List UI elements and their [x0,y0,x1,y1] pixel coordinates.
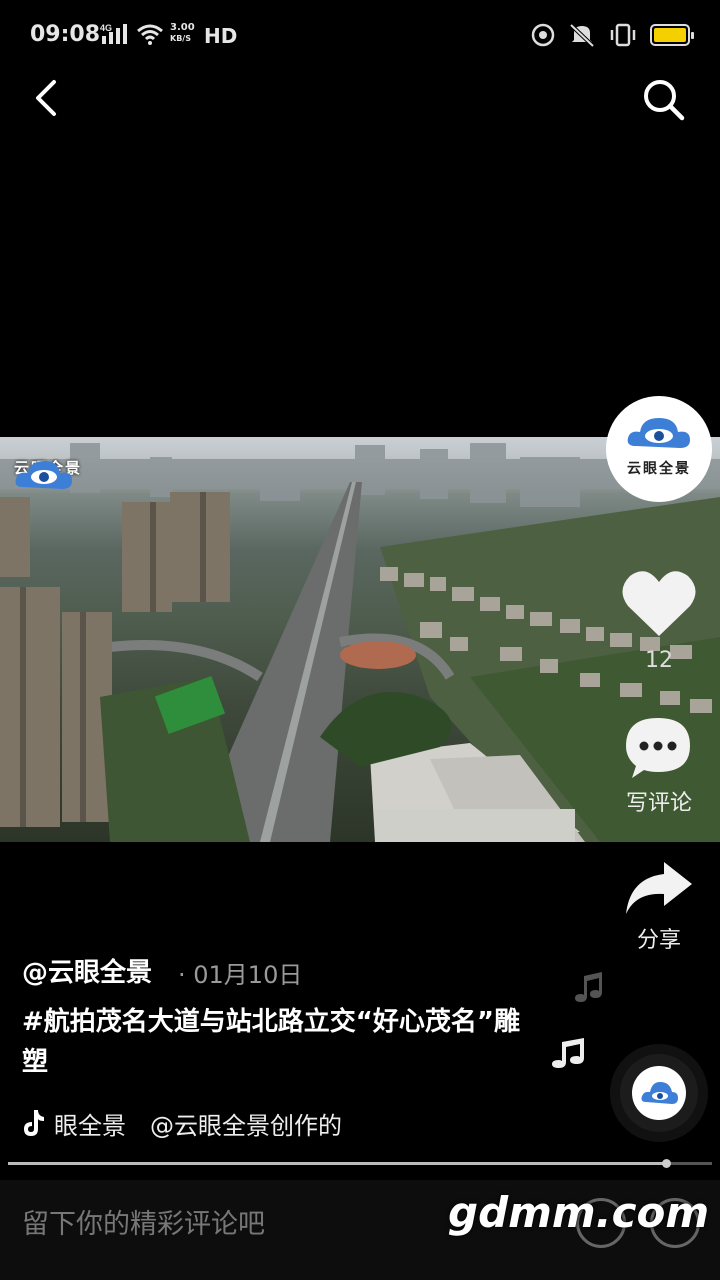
back-chevron-icon[interactable] [24,72,72,124]
progress-knob[interactable] [662,1159,672,1168]
hd-label: HD [204,24,238,48]
comment-bubble-icon[interactable] [622,714,694,782]
search-icon[interactable] [638,74,690,126]
focus-mode-icon [531,23,555,47]
music-info[interactable]: 眼全景 @云眼全景创作的 [20,1106,342,1140]
mute-icon [569,23,595,48]
status-bar: 09:08 4G 3.00 KB/S HD [0,0,720,70]
aerial-city-scene [0,443,720,842]
battery-icon [650,24,694,46]
music-disc[interactable] [610,1044,708,1142]
wifi-icon [137,24,163,45]
video-player[interactable]: 云眼全景 [0,437,720,842]
progress-fill [8,1162,667,1165]
avatar-name: 云眼全景 [627,461,691,477]
post-date: · 01月10日 [178,961,303,989]
tiktok-note-icon [24,1110,44,1136]
status-right-icons [530,22,694,48]
music-note-icon [575,972,602,1002]
share-arrow-icon[interactable] [622,858,694,918]
like-count: 12 [645,648,673,673]
cloud-eye-logo-icon [15,461,73,489]
network-speed: 3.00 KB/S [170,22,195,43]
site-watermark: gdmm.com [448,1188,710,1237]
author-name[interactable]: @云眼全景 [22,952,152,989]
post-description: #航拍茂名大道与站北路立交“好心茂名”雕塑 [22,1007,520,1077]
author-avatar[interactable]: 云眼全景 [606,396,712,502]
status-time: 09:08 [30,22,101,47]
comment-input[interactable]: 留下你的精彩评论吧 [22,1202,265,1241]
comment-label[interactable]: 写评论 [604,785,714,817]
cloud-eye-logo-icon [641,1082,678,1104]
video-watermark: 云眼全景 [14,457,104,489]
music-note-icon [552,1038,584,1068]
heart-icon[interactable] [620,566,698,642]
video-progress-bar[interactable] [8,1159,712,1168]
vibrate-icon [610,23,636,47]
cellular-signal-icon: 4G [100,23,127,44]
share-label[interactable]: 分享 [604,922,714,954]
cloud-eye-logo-icon [627,418,690,448]
music-track: 眼全景 @云眼全景创作的 [54,1111,342,1140]
svg-text:4G: 4G [100,23,112,33]
